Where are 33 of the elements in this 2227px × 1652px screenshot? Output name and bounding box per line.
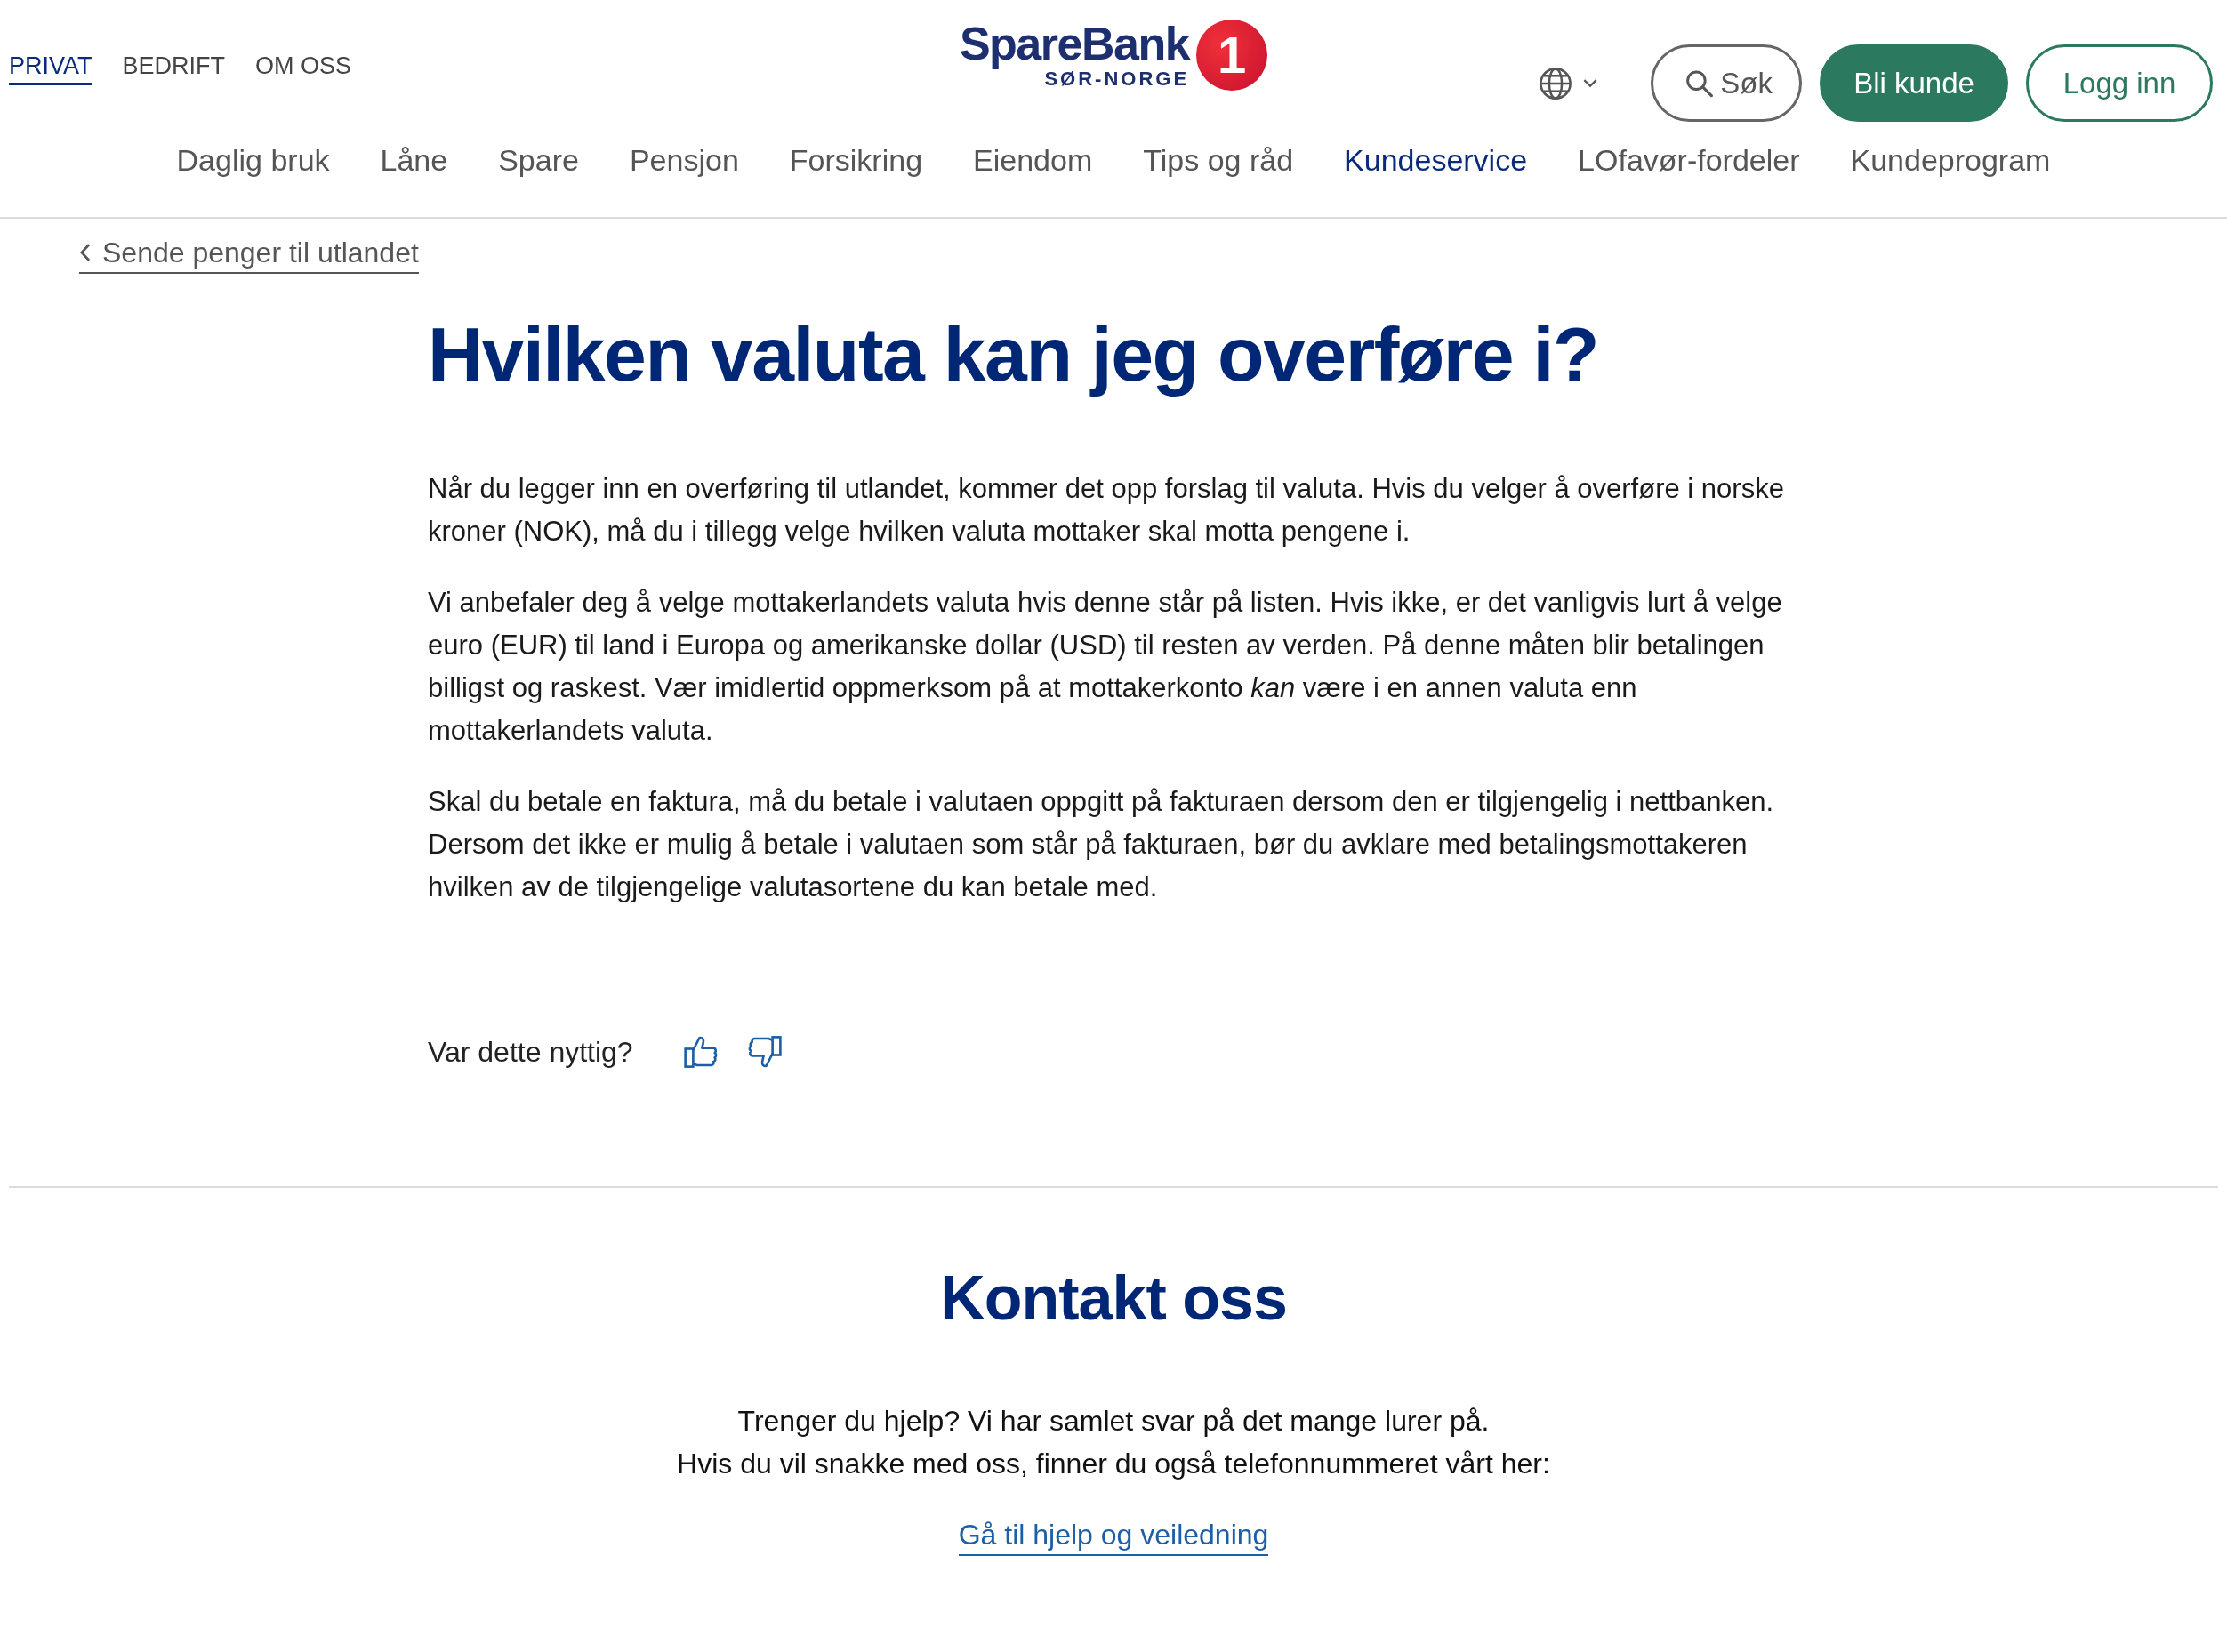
segment-link[interactable]: BEDRIFT <box>122 52 226 85</box>
become-customer-button[interactable]: Bli kunde <box>1820 44 2008 122</box>
help-link[interactable]: Gå til hjelp og veiledning <box>958 1515 1269 1556</box>
nav-link[interactable]: Daglig bruk <box>176 140 330 180</box>
nav-link[interactable]: Pensjon <box>629 140 739 180</box>
nav-link[interactable]: Kundeservice <box>1344 140 1528 180</box>
nav-link[interactable]: Eiendom <box>973 140 1093 180</box>
globe-icon <box>1539 66 1572 100</box>
login-button[interactable]: Logg inn <box>2026 44 2213 122</box>
segment-link[interactable]: OM OSS <box>255 52 352 85</box>
chevron-down-icon <box>1583 78 1597 88</box>
article-paragraph: Skal du betale en faktura, må du betale i valutaen oppgitt på fakturaen dersom den er tilgjengelig i nettbanken. Dersom det ikke er mulig å betale i valutaen som står på fakturaen, bør du avklare med betalingsmottakeren hvilken av de tilgjengelige valutasortene du kan betale med. <box>428 785 1775 904</box>
nav-link[interactable]: LOfavør-fordeler <box>1578 140 1800 180</box>
contact-text: Trenger du hjelp? Vi har samlet svar på det mange lurer på. <box>736 1404 1491 1439</box>
nav-link[interactable]: Forsikring <box>789 140 923 180</box>
feedback-question: Var dette nyttig? <box>428 1035 633 1069</box>
segment-link[interactable]: PRIVAT <box>9 52 92 85</box>
search-button[interactable]: Søk <box>1651 44 1802 122</box>
nav-link[interactable]: Spare <box>498 140 579 180</box>
article-paragraph: Vi anbefaler deg å velge mottakerlandets valuta hvis denne står på listen. Hvis ikke, er det vanligvis lurt å velge euro (EUR) til land i Europa og amerikanske dollar (USD) til resten av verden. På denne måten blir betalingen billigst og raskest. Vær imidlertid oppmerksom på at mottakerkonto kan være i en annen valuta enn mottakerlandets valuta. <box>428 586 1783 748</box>
back-link[interactable]: Sende penger til utlandet <box>79 235 419 274</box>
logo-emblem: 1 <box>1196 20 1268 91</box>
logo-region: SØR-NORGE <box>1044 68 1190 91</box>
nav-link[interactable]: Låne <box>380 140 448 180</box>
search-icon <box>1685 68 1714 98</box>
article-paragraph: Når du legger inn en overføring til utlandet, kommer det opp forslag til valuta. Hvis du velger å overføre i norske kroner (NOK), må du i tillegg velge hvilken valuta mottaker skal motta pengene i. <box>428 472 1785 549</box>
chevron-left-icon <box>79 243 92 262</box>
nav-link[interactable]: Tips og råd <box>1143 140 1294 180</box>
logo-wordmark: SpareBank <box>959 20 1190 68</box>
nav-link[interactable]: Kundeprogram <box>1850 140 2051 180</box>
contact-heading: Kontakt oss <box>940 1263 1287 1334</box>
article-title: Hvilken valuta kan jeg overføre i? <box>428 310 1599 398</box>
contact-text: Hvis du vil snakke med oss, finner du også telefonnummeret vårt her: <box>677 1447 1550 1481</box>
